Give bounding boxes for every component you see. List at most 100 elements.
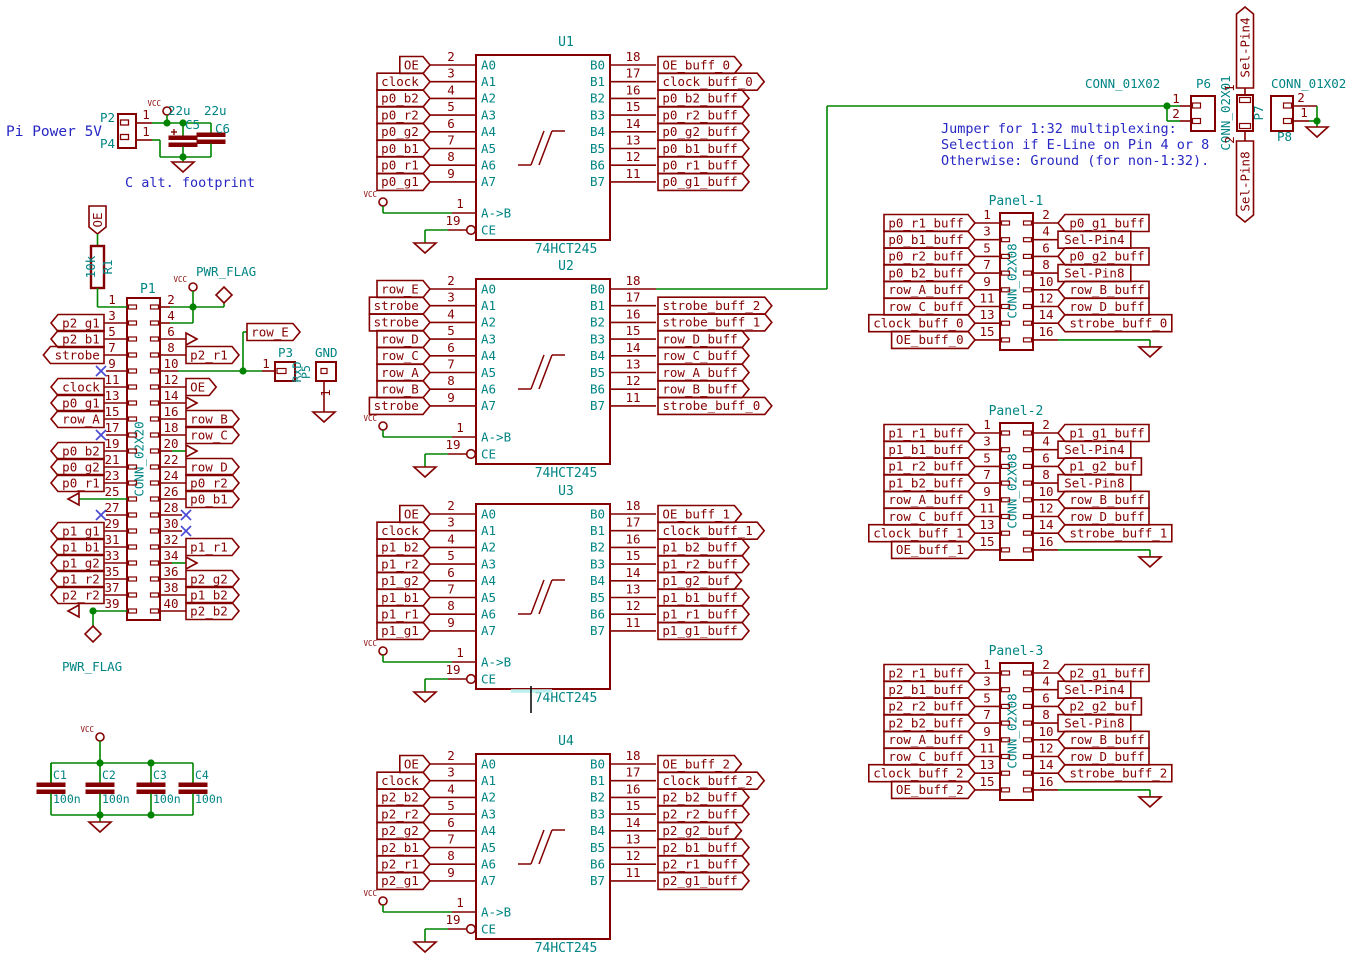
net-label[interactable]: p1_g2 [381,573,419,588]
net-label[interactable]: OE [404,756,419,771]
net-label[interactable]: row_B [381,382,419,397]
gnd-arrow[interactable] [68,605,79,617]
net-label[interactable]: p1_g1_buff [1069,425,1144,440]
cap-value[interactable]: 100n [102,792,130,806]
net-label[interactable]: row_C [190,427,228,442]
net-label[interactable]: strobe [374,315,419,330]
net-label[interactable]: clock_buff_1 [873,526,963,541]
net-label[interactable]: clock [381,74,419,89]
net-label[interactable]: row_D_buff [662,331,737,346]
gnd-symbol-power[interactable] [172,162,194,172]
net-label[interactable]: row_B_buff [1069,282,1144,297]
net-label[interactable]: p0_r2 [190,475,228,490]
c6-value[interactable]: 22u [204,103,227,118]
net-label[interactable]: p1_g2 [62,555,100,570]
p8-value[interactable]: CONN_01X02 [1271,76,1346,91]
net-label[interactable]: OE [190,379,205,394]
vcc-symbol[interactable] [96,733,104,741]
p8-ref[interactable]: P8 [1277,129,1292,144]
vcc-symbol[interactable] [379,198,387,206]
net-label[interactable]: p1_b1_buff [662,590,737,605]
net-label[interactable]: row_E [381,281,419,296]
net-label[interactable]: row_D [190,459,228,474]
sel-pin-label[interactable]: Sel-Pin4 [1064,232,1124,247]
net-label[interactable]: row_D_buff [1069,749,1144,764]
ic-ref[interactable]: U4 [558,734,574,749]
net-label[interactable]: p0_r2_buff [662,107,737,122]
net-label[interactable]: p0_r1 [62,475,100,490]
net-label[interactable]: p0_b2_buff [888,265,963,280]
net-label[interactable]: p1_g1 [62,523,100,538]
net-label[interactable]: row_D [381,331,419,346]
net-label[interactable]: p0_g2 [381,124,419,139]
net-label[interactable]: OE_buff_0 [662,57,730,72]
net-label[interactable]: OE_buff_1 [896,542,964,557]
net-label[interactable]: p0_b2_buff [662,91,737,106]
net-label[interactable]: row_A_buff [888,492,963,507]
gnd-arrow[interactable] [186,333,197,345]
net-label[interactable]: clock [381,773,419,788]
net-label[interactable]: strobe [55,347,100,362]
net-label[interactable]: p2_b2_buff [888,715,963,730]
net-label[interactable]: p1_b2_buff [662,540,737,555]
net-label[interactable]: p0_b1_buff [888,232,963,247]
net-label[interactable]: p2_r1_buff [888,665,963,680]
net-label[interactable]: p2_g2_buf [662,823,730,838]
net-label[interactable]: p0_g1 [381,174,419,189]
net-label[interactable]: OE_buff_0 [896,332,964,347]
net-label[interactable]: p2_r2_buff [888,699,963,714]
gnd-symbol-caps[interactable] [89,822,111,832]
net-label[interactable]: row_A_buff [662,365,737,380]
vcc-symbol[interactable] [379,422,387,430]
net-label[interactable]: p1_r1_buff [888,425,963,440]
net-label[interactable]: p2_r1 [381,857,419,872]
oe-pullup-label[interactable]: OE [90,212,105,227]
connector-p6-body[interactable] [1191,96,1215,131]
pwr-flag-label[interactable]: PWR_FLAG [62,659,122,674]
net-label[interactable]: p1_r2_buff [888,459,963,474]
cap-ref[interactable]: C1 [53,768,67,782]
gnd-arrow[interactable] [186,557,197,569]
net-label[interactable]: strobe [374,298,419,313]
net-label[interactable]: p2_b2_buff [662,790,737,805]
net-label[interactable]: clock [381,523,419,538]
sel-pin-label[interactable]: Sel-Pin4 [1064,682,1124,697]
net-label[interactable]: p0_g2 [62,459,100,474]
panel-title[interactable]: Panel-1 [989,194,1044,209]
net-label[interactable]: p1_r2 [62,571,100,586]
net-label[interactable]: p0_r2_buff [888,249,963,264]
net-label[interactable]: p2_b2 [381,790,419,805]
sel-pin-label[interactable]: Sel-Pin4 [1064,442,1124,457]
net-label[interactable]: p0_b1 [381,141,419,156]
net-label[interactable]: p2_r2 [381,806,419,821]
net-label[interactable]: row_C_buff [888,299,963,314]
net-label[interactable]: p1_b2 [381,540,419,555]
net-label[interactable]: row_B_buff [662,382,737,397]
net-label[interactable]: p2_g2 [190,571,228,586]
net-label[interactable]: p1_r2_buff [662,556,737,571]
ic-ref[interactable]: U1 [558,35,574,50]
net-label[interactable]: p2_g1_buff [1069,665,1144,680]
net-label[interactable]: p0_b2 [62,443,100,458]
p6-ref[interactable]: P6 [1196,76,1211,91]
ic-value[interactable]: 74HCT245 [535,242,598,257]
c5-value[interactable]: 22u [168,103,191,118]
r1-ref[interactable]: R1 [100,259,115,274]
gnd-arrow[interactable] [68,493,79,505]
net-label[interactable]: p0_r1 [381,158,419,173]
gnd-symbol-ic[interactable] [414,942,436,952]
panel-title[interactable]: Panel-2 [989,404,1044,419]
cap-value[interactable]: 100n [195,792,223,806]
net-label[interactable]: clock_buff_1 [662,523,752,538]
net-label[interactable]: row_B [190,411,228,426]
net-label[interactable]: p2_g2_buf [1069,699,1137,714]
cap-ref[interactable]: C2 [102,768,116,782]
net-label[interactable]: p2_r2 [62,587,100,602]
net-label[interactable]: row_A_buff [888,282,963,297]
net-label[interactable]: p2_b2 [190,603,228,618]
vcc-symbol[interactable] [379,647,387,655]
net-label[interactable]: p1_b2_buff [888,475,963,490]
sel-pin-label[interactable]: Sel-Pin8 [1064,475,1124,490]
gnd-symbol-ic[interactable] [414,692,436,702]
gnd-arrow[interactable] [186,397,197,409]
